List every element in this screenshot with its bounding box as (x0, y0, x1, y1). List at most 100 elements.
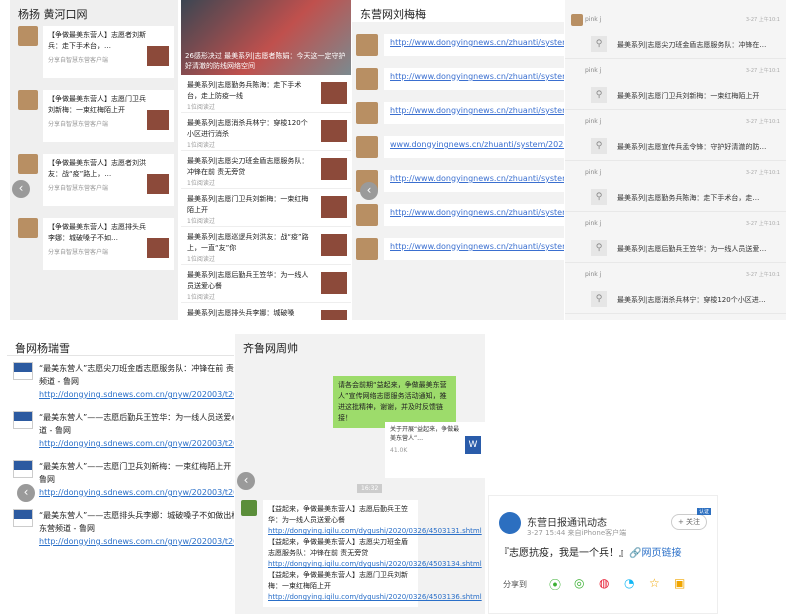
list-item[interactable]: http://www.dongyingnews.cn/zhuanti/syste… (352, 64, 564, 98)
card-title: 【争做最美东营人】志愿排头兵李娜：城破嗓子不如… (48, 223, 146, 242)
site-icon (13, 509, 33, 527)
star-icon[interactable]: ☆ (649, 576, 660, 590)
share-card[interactable]: 【争做最美东营人】志愿排头兵李娜：城破嗓子不如… 分享自智慧东营客户端 (43, 218, 174, 270)
list-item[interactable]: “最美东营人”志愿尖刀班金盾志愿服务队：冲锋在前 责无旁贷 - 东营新闻 - 东… (7, 356, 234, 405)
item-meta: 1位阅读过 (187, 104, 215, 111)
share-card[interactable]: 【争做最美东营人】志愿门卫兵刘新梅：一束红梅陌上开 分享自智慧东营客户端 (43, 90, 174, 142)
item-link[interactable]: http://dongying.sdnews.com.cn/gnyw/20200… (39, 390, 234, 399)
web-link[interactable]: 网页链接 (641, 548, 681, 559)
list-item[interactable]: 【争做最美东营人】志愿者刘洪友：战“疫”路上，… 分享自智慧东营客户端 (10, 150, 178, 214)
list-item[interactable]: http://www.dongyingnews.cn/zhuanti/syste… (352, 166, 564, 200)
item-title: 最美系列|志愿尖刀班金盾志愿服务队：冲锋在前 责无旁贷 (187, 157, 309, 176)
list-item[interactable]: pink j 3-27 上午10:1 ⚲ 最美系列|志愿消杀兵林宁：穿梭120个小区进… (565, 263, 786, 314)
item-text: “最美东营人”志愿尖刀班金盾志愿服务队：冲锋在前 责无旁贷 - 东营新闻 - 东… (39, 364, 234, 386)
share-card[interactable]: 【争做最美东营人】志愿者刘洪友：战“疫”路上，… 分享自智慧东营客户端 (43, 154, 174, 206)
link-icon[interactable]: ⚲ (591, 138, 607, 154)
card-title: 【争做最美东营人】志愿者刘斯兵：走下手术台，… (48, 31, 146, 50)
list-item[interactable]: www.dongyingnews.cn/zhuanti/system/2020/… (352, 132, 564, 166)
list-item[interactable]: 【争做最美东营人】志愿者刘斯兵：走下手术台，… 分享自智慧东营客户端 (10, 22, 178, 86)
link-icon: 🔗 (629, 548, 642, 559)
list-item[interactable]: pink j 3-27 上午10:1 ⚲ 最美系列|志愿勤务兵陈海：走下手术台，走… (565, 161, 786, 212)
site-icon (13, 362, 33, 380)
link-card[interactable]: www.dongyingnews.cn/zhuanti/system/2020/… (384, 136, 564, 158)
panel-title: 杨扬 黄河口网 (10, 0, 178, 22)
chevron-left-icon[interactable]: ‹ (17, 484, 35, 502)
list-item[interactable]: pink j 3-27 上午10:1 ⚲ 最美系列|志愿宣传兵孟令锋：守护好清澈的防… (565, 110, 786, 161)
list-item[interactable]: “最美东营人”——志愿门卫兵刘新梅：一束红梅陌上开 - 东营新闻 - 东营频道 … (7, 454, 234, 503)
item-link[interactable]: http://dongying.sdnews.com.cn/gnyw/20200… (39, 439, 234, 448)
link-card[interactable]: http://www.dongyingnews.cn/zhuanti/syste… (384, 102, 564, 124)
link-card[interactable]: http://www.dongyingnews.cn/zhuanti/syste… (384, 170, 564, 192)
panel-title: 东营网刘梅梅 (352, 0, 564, 22)
bookmark-icon[interactable]: ▣ (674, 576, 685, 590)
list-item[interactable]: pink j 3-27 上午10:1 ⚲ 最美系列|志愿后勤兵王笠华：为一线人员送爱… (565, 212, 786, 263)
list-item[interactable]: http://www.dongyingnews.cn/zhuanti/syste… (352, 200, 564, 234)
link-icon[interactable]: ⚲ (591, 291, 607, 307)
link-icon[interactable]: ⚲ (591, 240, 607, 256)
link-icon[interactable]: ⚲ (591, 36, 607, 52)
panel-pink-posts: pink j 3-27 上午10:1 ⚲ 最美系列|志愿尖刀班金盾志愿服务队：冲锋在…… (565, 0, 786, 320)
list-item[interactable]: 【争做最美东营人】志愿门卫兵刘新梅：一束红梅陌上开 分享自智慧东营客户端 (10, 86, 178, 150)
link-card[interactable]: http://www.dongyingnews.cn/zhuanti/syste… (384, 204, 564, 226)
list-item[interactable]: http://www.dongyingnews.cn/zhuanti/syste… (352, 98, 564, 132)
chevron-left-icon[interactable]: ‹ (12, 180, 30, 198)
list-item[interactable]: http://www.dongyingnews.cn/zhuanti/syste… (352, 30, 564, 64)
chevron-left-icon[interactable]: ‹ (237, 472, 255, 490)
link-icon[interactable]: ⚲ (591, 189, 607, 205)
list-item[interactable]: pink j 3-27 上午10:1 ⚲ 最美系列|志愿门卫兵刘新梅：一束红梅陌上开 (565, 59, 786, 110)
verified-badge: 认证 (696, 508, 711, 515)
link-card[interactable]: http://www.dongyingnews.cn/zhuanti/syste… (384, 238, 564, 260)
list-item[interactable]: 最美系列|志愿巡逻兵刘洪友：战“疫”路上，一直“友”你 1位阅读过 (181, 227, 351, 265)
list-item[interactable]: 【争做最美东营人】志愿排头兵李娜：城破嗓子不如… 分享自智慧东营客户端 (10, 214, 178, 278)
list-item[interactable]: http://www.dongyingnews.cn/zhuanti/syste… (352, 234, 564, 268)
item-meta: 1位阅读过 (187, 218, 215, 225)
item-title: 最美系列|志愿消杀兵林宁：穿梭120个小区进行消杀 (187, 119, 308, 138)
panel-title: 齐鲁网周帅 (235, 334, 485, 356)
share-label: 分享到 (503, 580, 527, 589)
account-name[interactable]: 东营日报通讯动态 (527, 514, 607, 529)
item-link[interactable]: http://dongying.sdnews.com.cn/gnyw/20200… (39, 488, 234, 497)
reply-link[interactable]: http://dongying.iqilu.com/dygushi/2020/0… (268, 560, 482, 568)
qq-icon[interactable]: ◔ (624, 576, 634, 590)
card-thumbnail (147, 46, 169, 66)
hero-image[interactable]: 26感形决过 最美系列|志愿者陈娟：今天这一定守护好清澈的防线网络空间 (181, 0, 351, 75)
reply-link[interactable]: http://dongying.iqilu.com/dygushi/2020/0… (268, 527, 482, 535)
post-text: 『志愿抗疫，我是一个兵！』 (499, 548, 629, 559)
list-item[interactable]: 最美系列|志愿尖刀班金盾志愿服务队：冲锋在前 责无旁贷 1位阅读过 (181, 151, 351, 189)
moments-icon[interactable]: ◎ (574, 576, 584, 590)
follow-button[interactable]: + 关注 (671, 514, 707, 530)
link-card[interactable]: http://www.dongyingnews.cn/zhuanti/syste… (384, 34, 564, 56)
list-item[interactable]: 最美系列|志愿勤务兵陈海：走下手术台，走上防疫一线 1位阅读过 (181, 75, 351, 113)
chevron-left-icon[interactable]: ‹ (360, 182, 378, 200)
link-icon[interactable]: ⚲ (591, 87, 607, 103)
list-item[interactable]: “最美东营人”——志愿后勤兵王笠华：为一线人员送爱心餐 - 东营新闻 - 东营频… (7, 405, 234, 454)
timestamp: 3-27 上午10:1 (745, 221, 780, 227)
list-item[interactable]: “最美东营人”——志愿排头兵李娜：城破嗓子不如做出样子 - 东营新闻 - 东营频… (7, 503, 234, 552)
word-doc-icon: W (465, 436, 481, 454)
item-link[interactable]: http://dongying.sdnews.com.cn/gnyw/20200… (39, 537, 234, 546)
username: pink j (585, 220, 602, 227)
list-item[interactable]: pink j 3-27 上午10:1 ⚲ 最美系列|志愿尖刀班金盾志愿服务队：冲锋在… (565, 8, 786, 59)
avatar (499, 512, 521, 534)
item-thumbnail (321, 310, 347, 320)
post-title: 最美系列|志愿消杀兵林宁：穿梭120个小区进… (617, 296, 766, 304)
share-card[interactable]: 【争做最美东营人】志愿者刘斯兵：走下手术台，… 分享自智慧东营客户端 (43, 26, 174, 78)
username: pink j (585, 16, 602, 23)
reply-link[interactable]: http://dongying.iqilu.com/dygushi/2020/0… (268, 593, 482, 601)
panel-huanghekou: 杨扬 黄河口网 【争做最美东营人】志愿者刘斯兵：走下手术台，… 分享自智慧东营客… (10, 0, 178, 320)
list-item[interactable]: 最美系列|志愿后勤兵王笠华：为一线人员送爱心餐 1位阅读过 (181, 265, 351, 303)
file-card[interactable]: 关于开展“益起来，争做最美东营人”… 41.0K W (385, 422, 485, 478)
item-text: “最美东营人”——志愿门卫兵刘新梅：一束红梅陌上开 - 东营新闻 - 东营频道 … (39, 462, 234, 484)
wechat-icon[interactable]: ⦿ (549, 576, 561, 593)
list-item[interactable]: 最美系列|志愿消杀兵林宁：穿梭120个小区进行消杀 1位阅读过 (181, 113, 351, 151)
list-item[interactable]: 最美系列|志愿排头兵李娜：城破嗓 (181, 303, 351, 320)
weibo-icon[interactable]: ◍ (599, 576, 609, 590)
post-title: 最美系列|志愿宣传兵孟令锋：守护好清澈的防… (617, 143, 767, 151)
username: pink j (585, 118, 602, 125)
site-icon (13, 460, 33, 478)
link-card[interactable]: http://www.dongyingnews.cn/zhuanti/syste… (384, 68, 564, 90)
avatar (18, 26, 38, 46)
list-item[interactable]: 最美系列|志愿门卫兵刘新梅：一束红梅陌上开 1位阅读过 (181, 189, 351, 227)
reply-text: 【益起来，争做最美东营人】志愿门卫兵刘新梅：一束红梅陌上开 (268, 571, 408, 590)
item-title: 最美系列|志愿门卫兵刘新梅：一束红梅陌上开 (187, 195, 309, 214)
